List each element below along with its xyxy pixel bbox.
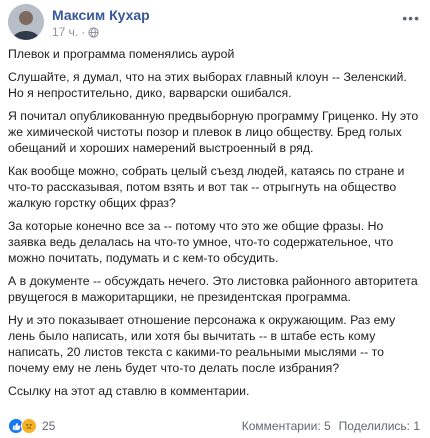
post-paragraph: За которые конечно все за -- потому что … — [8, 219, 394, 265]
facebook-post: Максим Кухар 17 ч. · ••• Плевок и програ… — [0, 0, 430, 438]
post-paragraph: Как вообще можно, собрать целый съезд лю… — [8, 164, 405, 210]
sad-icon — [21, 418, 37, 434]
reactions-summary[interactable]: 25 — [8, 418, 55, 434]
engagement-counts: Комментарии: 5 Поделились: 1 — [242, 419, 420, 433]
shares-count-link[interactable]: Поделились: 1 — [339, 419, 420, 433]
globe-icon — [88, 26, 99, 38]
author-name[interactable]: Максим Кухар — [52, 7, 150, 23]
post-paragraph: А в документе -- обсуждать нечего. Это л… — [8, 274, 418, 304]
avatar[interactable] — [8, 4, 44, 40]
avatar-photo — [8, 4, 44, 40]
post-paragraph: Плевок и программа поменялись аурой — [8, 47, 235, 61]
post-paragraph: Ну и это показывает отношение персонажа … — [8, 313, 396, 375]
post-paragraph: Слушайте, я думал, что на этих выборах г… — [8, 70, 407, 100]
separator-dot: · — [81, 25, 86, 39]
ellipsis-icon[interactable]: ••• — [402, 10, 420, 26]
post-paragraph: Ссылку на этот ад ставлю в комментарии. — [8, 384, 250, 398]
comments-count-link[interactable]: Комментарии: 5 — [242, 419, 331, 433]
post-meta: 17 ч. · — [52, 25, 99, 39]
reactions-count: 25 — [42, 419, 56, 433]
post-header: Максим Кухар 17 ч. · ••• — [8, 4, 422, 42]
post-footer: 25 Комментарии: 5 Поделились: 1 — [8, 418, 420, 434]
post-paragraph: Я почитал опубликованную предвыборную пр… — [8, 109, 419, 155]
post-time[interactable]: 17 ч. — [52, 25, 78, 39]
post-text: Плевок и программа поменялись аурой Слуш… — [8, 46, 420, 406]
